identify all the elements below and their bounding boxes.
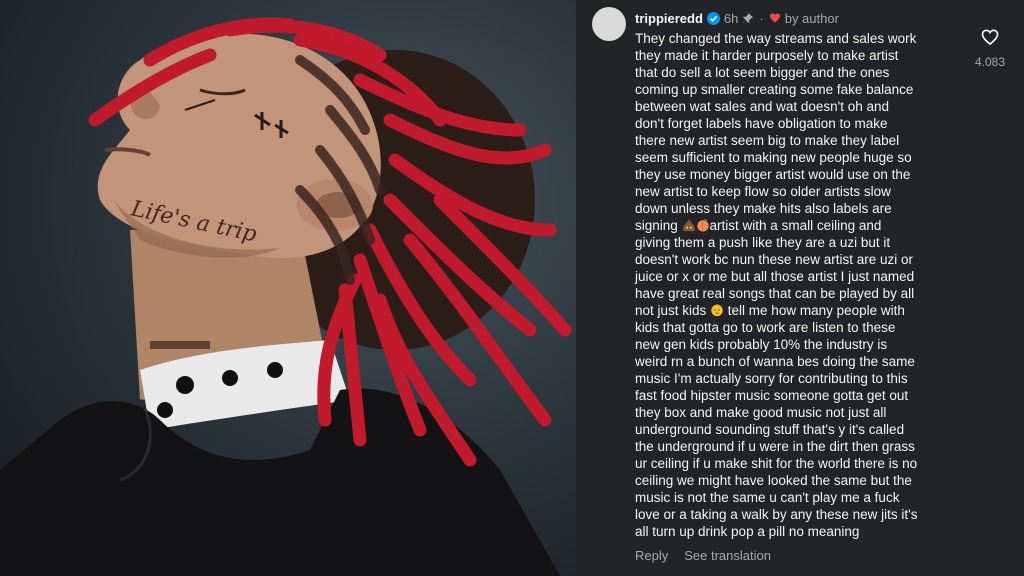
comment-line: juice or x or me but all those artist I … <box>635 269 915 284</box>
comment-line: down unless they make hits also labels a… <box>635 201 892 216</box>
baby-emoji <box>711 303 723 317</box>
comment-text: They changed the way streams and sales w… <box>635 30 965 540</box>
liked-by-author: by author <box>784 10 839 26</box>
comment-time: 6h <box>723 10 739 26</box>
artist-photo: Life's a trip <box>0 0 576 576</box>
comment-line: ceiling we might have looked the same bu… <box>635 473 912 488</box>
comment-line: between wat sales and wat doesn't oh and <box>635 99 890 114</box>
verified-icon <box>706 11 720 25</box>
comment-line: ur ceiling if u make shit for the world … <box>635 456 918 471</box>
comment-line: music is not the same u can't play me a … <box>635 490 900 505</box>
comment-line: all turn up drink pop a pill no meaning <box>635 524 860 539</box>
comment-line: new artist to keep flow so older artists… <box>635 184 891 199</box>
comment-line: They changed the way streams and sales w… <box>635 31 917 46</box>
comment-line: doesn't work bc nun these new artist are… <box>635 252 913 267</box>
comment-line: new gen kids probably 10% the industry i… <box>635 337 888 352</box>
comment-line: they made it harder purposely to make ar… <box>635 48 899 63</box>
comment-line: that do sell a lot seem bigger and the o… <box>635 65 890 80</box>
text-fragment: artist with a small ceiling and <box>709 218 882 233</box>
comment-line: coming up smaller creating some fake bal… <box>635 82 914 97</box>
comment-line: love or a taking a walk by any these new… <box>635 507 918 522</box>
comment-header: trippieredd 6h · by author <box>635 9 839 27</box>
comment-line: giving them a push like they are a uzi b… <box>635 235 891 250</box>
comment-line: don't forget labels have obligation to m… <box>635 116 888 131</box>
separator: · <box>759 10 764 26</box>
pin-icon <box>743 13 754 23</box>
comment-line: kids that gotta go to work are listen to… <box>635 320 896 335</box>
reply-button[interactable]: Reply <box>635 548 668 563</box>
text-fragment: not just kids <box>635 303 711 318</box>
comment-line-emoji: not just kids tell me how many people wi… <box>635 302 965 319</box>
comment-line: they use money bigger artist would use o… <box>635 167 911 182</box>
comment-line: have great real songs that can be played… <box>635 286 915 301</box>
like-icon[interactable] <box>980 27 1000 47</box>
like-count: 4.083 <box>974 55 1006 69</box>
comment-line-emoji: signing artist with a small ceiling and <box>635 217 965 234</box>
heart-icon <box>769 13 780 23</box>
comment-line: the underground if u were in the dirt th… <box>635 439 915 454</box>
comment-line: they box and make good music not just al… <box>635 405 887 420</box>
text-fragment: tell me how many people with <box>724 303 905 318</box>
comment-line: weird rn a bunch of wanna bes doing the … <box>635 354 915 369</box>
comment-line: underground sounding stuff that's y it's… <box>635 422 905 437</box>
comment-line: fast food hipster music someone gotta ge… <box>635 388 909 403</box>
comment-line: seem sufficient to making new people hug… <box>635 150 912 165</box>
see-translation-button[interactable]: See translation <box>684 548 771 563</box>
peach-emoji <box>696 219 709 232</box>
comment-line: music I'm actually sorry for contributin… <box>635 371 908 386</box>
comment-actions: Reply See translation <box>635 548 771 563</box>
comment-panel: trippieredd 6h · by author They changed … <box>576 0 1024 576</box>
username[interactable]: trippieredd <box>635 11 703 26</box>
text-fragment: signing <box>635 218 682 233</box>
poop-emoji <box>682 218 695 232</box>
avatar[interactable] <box>592 7 626 41</box>
artist-illustration: Life's a trip <box>0 17 572 576</box>
comment-line: there new artist seem big to make they l… <box>635 133 900 148</box>
